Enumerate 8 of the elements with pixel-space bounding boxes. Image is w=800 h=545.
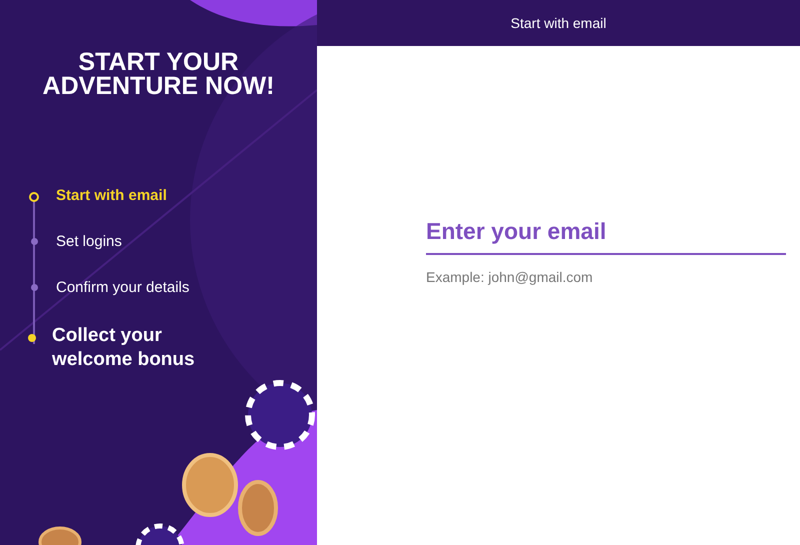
email-input[interactable]: Enter your email xyxy=(426,218,786,255)
step-label: Start with email xyxy=(56,186,167,206)
step-label: Collect your welcome bonus xyxy=(52,324,196,372)
header-title: Start with email xyxy=(317,0,800,46)
sidebar-heading: START YOUR ADVENTURE NOW! xyxy=(42,50,276,98)
step-label: Set logins xyxy=(56,232,122,252)
field-hint: Example: john@gmail.com xyxy=(426,269,594,285)
step-label: Confirm your details xyxy=(56,278,190,298)
